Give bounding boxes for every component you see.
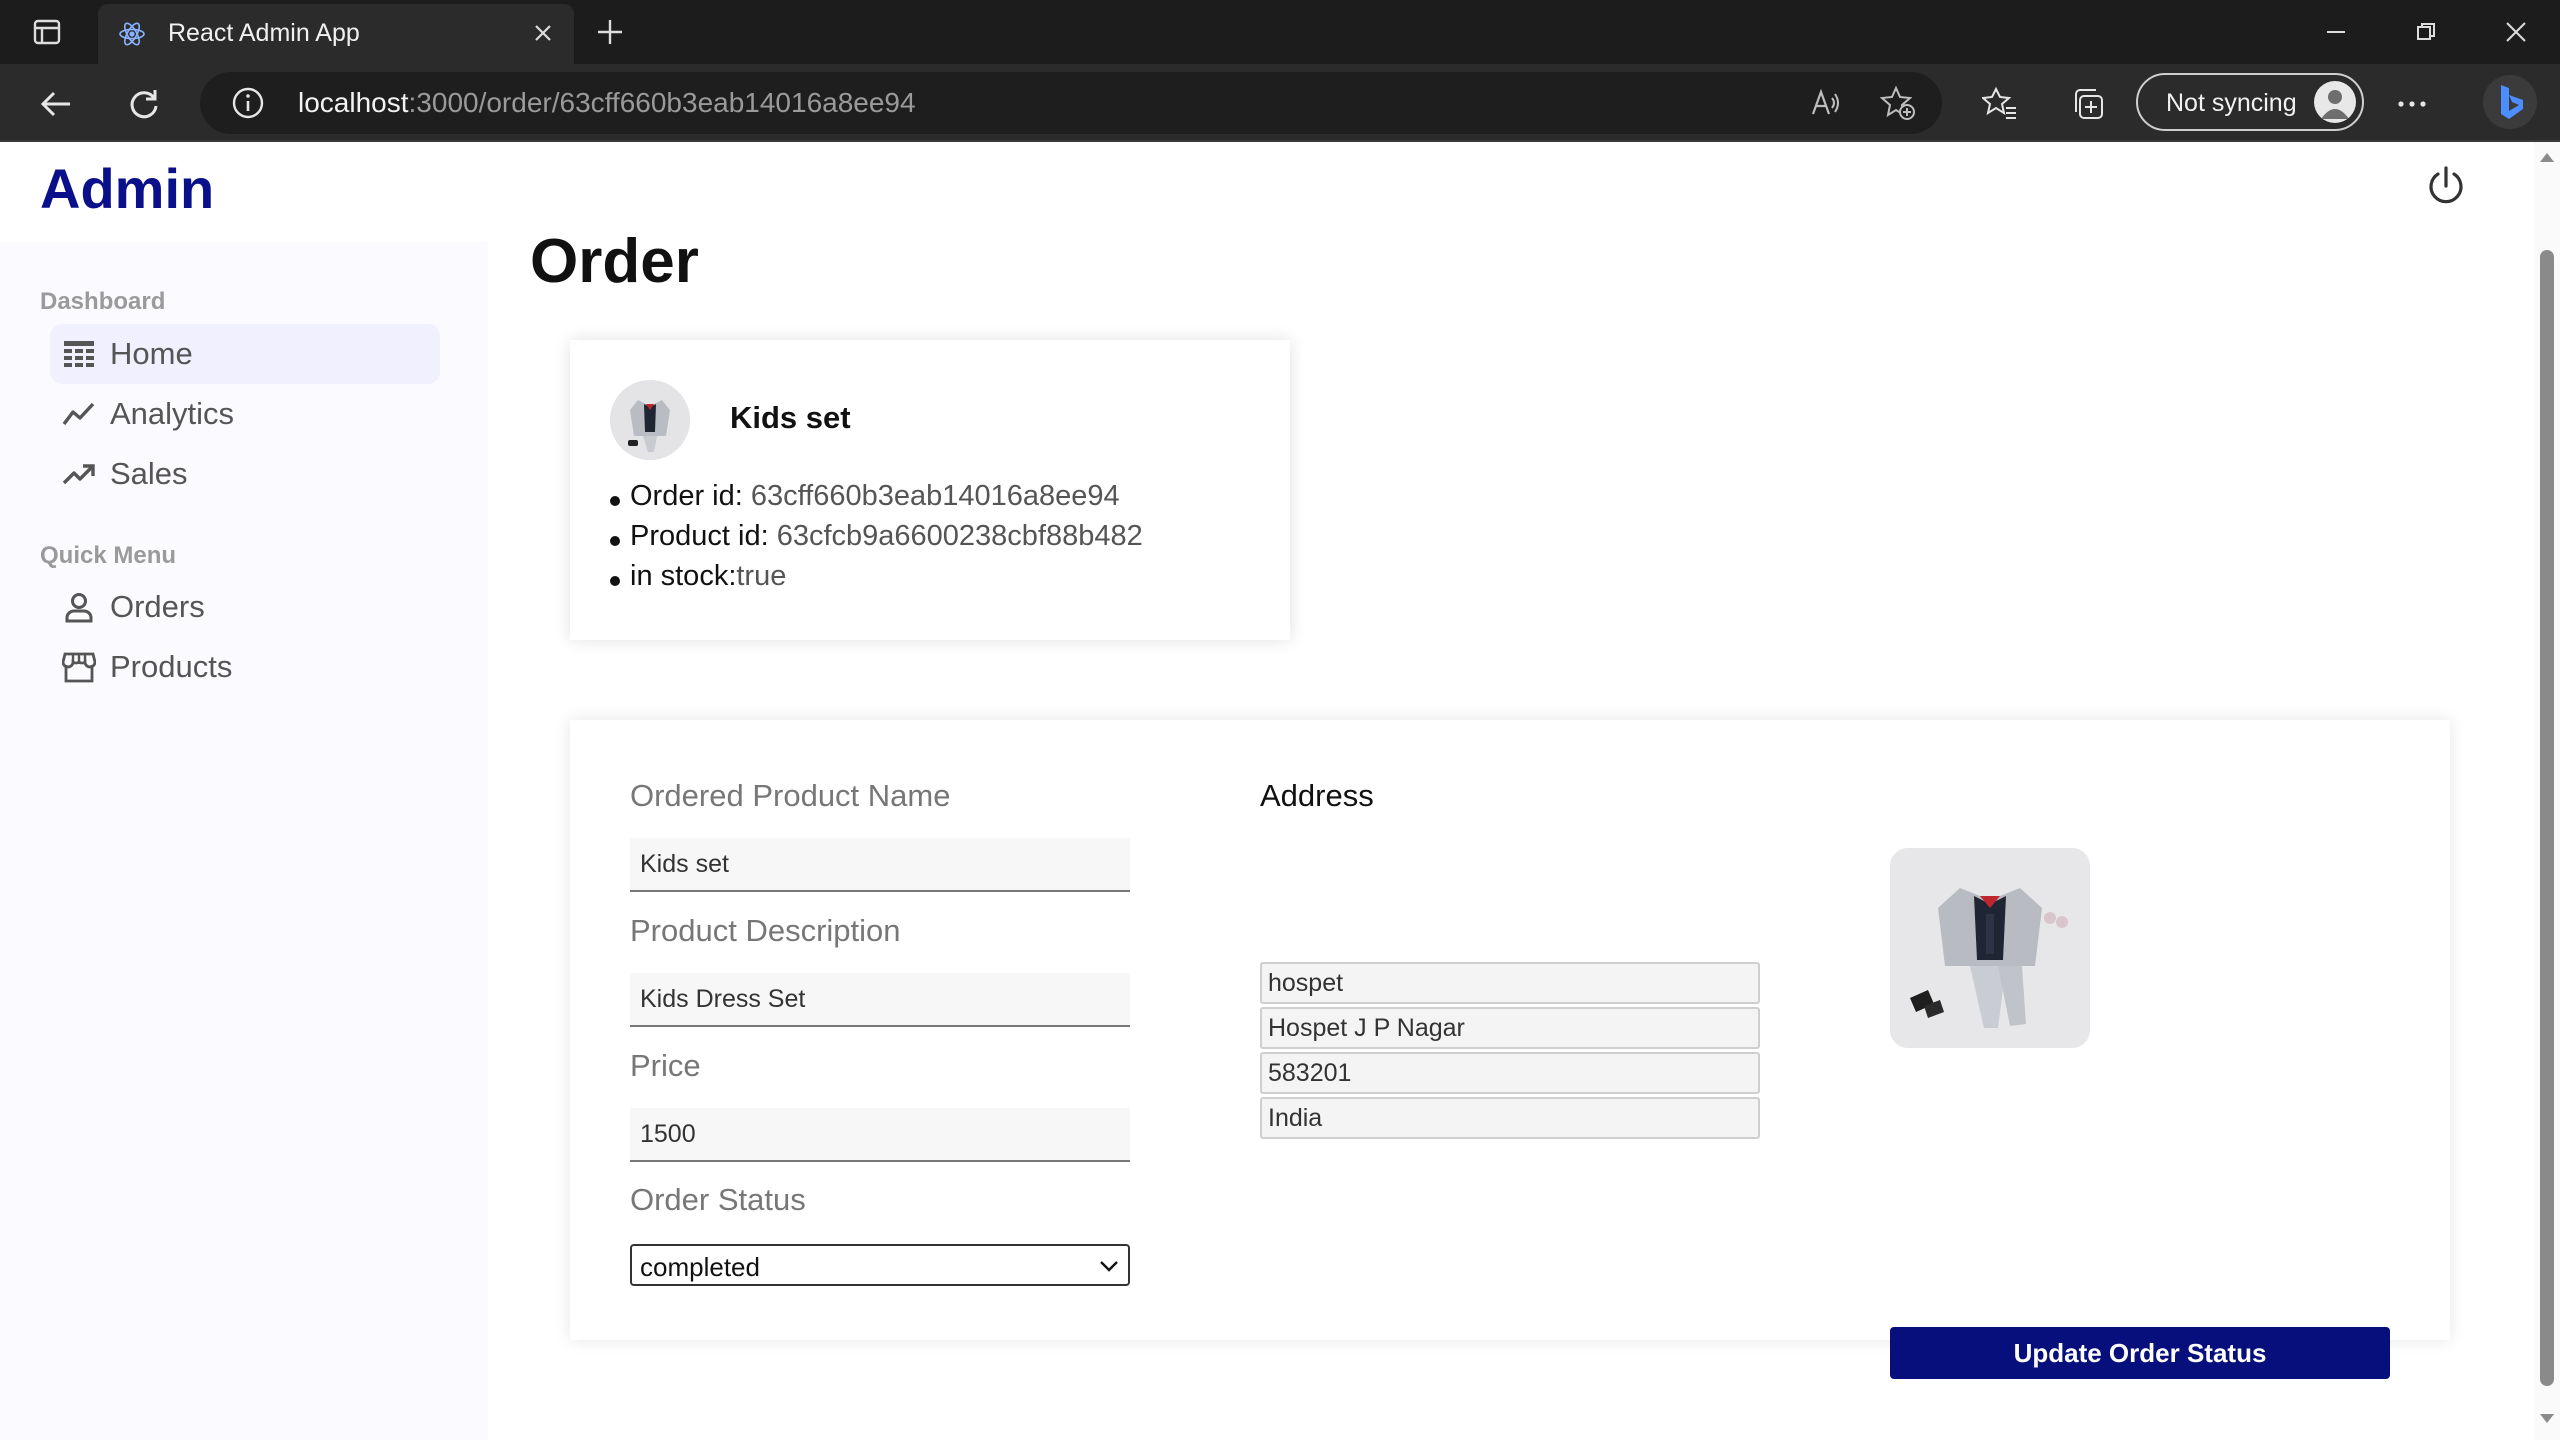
order-id-value: 63cff660b3eab14016a8ee94 bbox=[750, 480, 1120, 512]
order-product-name: Kids set bbox=[730, 400, 851, 435]
sidebar-item-orders[interactable]: Orders bbox=[50, 577, 440, 637]
brand-logo-text[interactable]: Admin bbox=[40, 156, 214, 221]
product-image bbox=[1890, 848, 2090, 1048]
order-status-label: Order Status bbox=[630, 1182, 806, 1217]
power-logout-icon[interactable] bbox=[2424, 164, 2468, 208]
bing-copilot-icon[interactable] bbox=[2480, 72, 2540, 132]
tab-title: React Admin App bbox=[168, 19, 360, 47]
scroll-down-arrow-icon[interactable] bbox=[2538, 1412, 2556, 1426]
site-info-icon[interactable] bbox=[230, 85, 266, 121]
line-chart-icon bbox=[62, 398, 96, 430]
list-bullet bbox=[610, 576, 620, 586]
storefront-icon bbox=[61, 651, 97, 683]
browser-tab-active[interactable]: React Admin App bbox=[98, 4, 574, 64]
address-line-2[interactable] bbox=[1260, 1007, 1760, 1049]
back-arrow-icon[interactable] bbox=[34, 82, 78, 126]
address-label: Address bbox=[1260, 778, 1374, 813]
order-edit-form: Ordered Product Name Product Description… bbox=[570, 720, 2450, 1379]
product-id-label: Product id: bbox=[630, 520, 769, 552]
price-label: Price bbox=[630, 1048, 701, 1083]
address-line-1[interactable] bbox=[1260, 962, 1760, 1004]
product-id-value: 63cfcb9a6600238cbf88b482 bbox=[776, 520, 1143, 552]
address-bar[interactable]: localhost:3000/order/63cff660b3eab14016a… bbox=[200, 72, 1942, 134]
sidebar-item-label: Orders bbox=[110, 589, 205, 624]
url-text[interactable]: localhost:3000/order/63cff660b3eab14016a… bbox=[298, 87, 916, 119]
page-scrollbar[interactable] bbox=[2534, 142, 2560, 1440]
product-name-label: Ordered Product Name bbox=[630, 778, 951, 813]
chevron-down-icon bbox=[1098, 1256, 1120, 1276]
in-stock-label: in stock: bbox=[630, 560, 737, 592]
favorites-icon[interactable] bbox=[1978, 82, 2022, 126]
close-window-icon[interactable] bbox=[2486, 0, 2546, 64]
tab-actions-icon[interactable] bbox=[22, 0, 72, 64]
sidebar-item-analytics[interactable]: Analytics bbox=[50, 384, 440, 444]
sidebar-item-label: Products bbox=[110, 649, 233, 684]
minimize-window-icon[interactable] bbox=[2306, 0, 2366, 64]
sidebar: Dashboard Home Analytics Sales Quick Men… bbox=[0, 242, 488, 1440]
product-description-label: Product Description bbox=[630, 913, 901, 948]
order-status-select[interactable]: completed bbox=[630, 1244, 1130, 1286]
add-favorite-icon[interactable] bbox=[1880, 85, 1916, 121]
product-description-input[interactable] bbox=[630, 973, 1130, 1027]
profile-sync-button[interactable]: Not syncing bbox=[2136, 73, 2364, 131]
profile-avatar-icon bbox=[2314, 81, 2356, 123]
trending-up-icon bbox=[62, 458, 96, 490]
table-icon bbox=[62, 338, 96, 370]
close-tab-icon[interactable] bbox=[526, 16, 560, 50]
product-name-input[interactable] bbox=[630, 838, 1130, 892]
browser-tab-strip: React Admin App bbox=[0, 0, 2560, 64]
collections-icon[interactable] bbox=[2066, 82, 2110, 126]
react-logo-icon bbox=[116, 18, 148, 50]
scroll-up-arrow-icon[interactable] bbox=[2538, 150, 2556, 164]
scrollbar-thumb[interactable] bbox=[2540, 250, 2554, 1386]
address-line-4[interactable] bbox=[1260, 1097, 1760, 1139]
app-root: Admin Dashboard Home Analytics Sales Qui… bbox=[0, 142, 2560, 1440]
sidebar-section-dashboard: Dashboard bbox=[40, 288, 166, 315]
order-status-value: completed bbox=[640, 1252, 760, 1282]
sidebar-item-sales[interactable]: Sales bbox=[50, 444, 440, 504]
update-order-status-button[interactable]: Update Order Status bbox=[1890, 1327, 2390, 1379]
list-bullet bbox=[610, 536, 620, 546]
order-summary-card: Kids set Order id: 63cff660b3eab14016a8e… bbox=[570, 340, 1290, 640]
sidebar-item-label: Home bbox=[110, 336, 193, 371]
sync-status-label: Not syncing bbox=[2166, 89, 2297, 117]
restore-window-icon[interactable] bbox=[2396, 0, 2456, 64]
person-icon bbox=[62, 591, 96, 623]
order-id-label: Order id: bbox=[630, 480, 743, 512]
url-host: localhost bbox=[298, 87, 409, 118]
more-menu-icon[interactable] bbox=[2390, 82, 2434, 126]
price-input[interactable] bbox=[630, 1108, 1130, 1162]
list-bullet bbox=[610, 496, 620, 506]
address-line-3[interactable] bbox=[1260, 1052, 1760, 1094]
product-thumbnail bbox=[610, 380, 690, 460]
new-tab-icon[interactable] bbox=[590, 12, 630, 52]
url-path: :3000/order/63cff660b3eab14016a8ee94 bbox=[408, 87, 916, 118]
sidebar-item-label: Sales bbox=[110, 456, 188, 491]
browser-toolbar: localhost:3000/order/63cff660b3eab14016a… bbox=[0, 64, 2560, 142]
sidebar-section-quick-menu: Quick Menu bbox=[40, 542, 177, 569]
sidebar-item-products[interactable]: Products bbox=[50, 637, 440, 697]
reload-icon[interactable] bbox=[122, 82, 166, 126]
page-title: Order bbox=[530, 227, 699, 296]
read-aloud-icon[interactable] bbox=[1808, 85, 1844, 121]
sidebar-item-label: Analytics bbox=[110, 396, 235, 431]
sidebar-item-home[interactable]: Home bbox=[50, 324, 440, 384]
in-stock-value: true bbox=[736, 560, 787, 592]
